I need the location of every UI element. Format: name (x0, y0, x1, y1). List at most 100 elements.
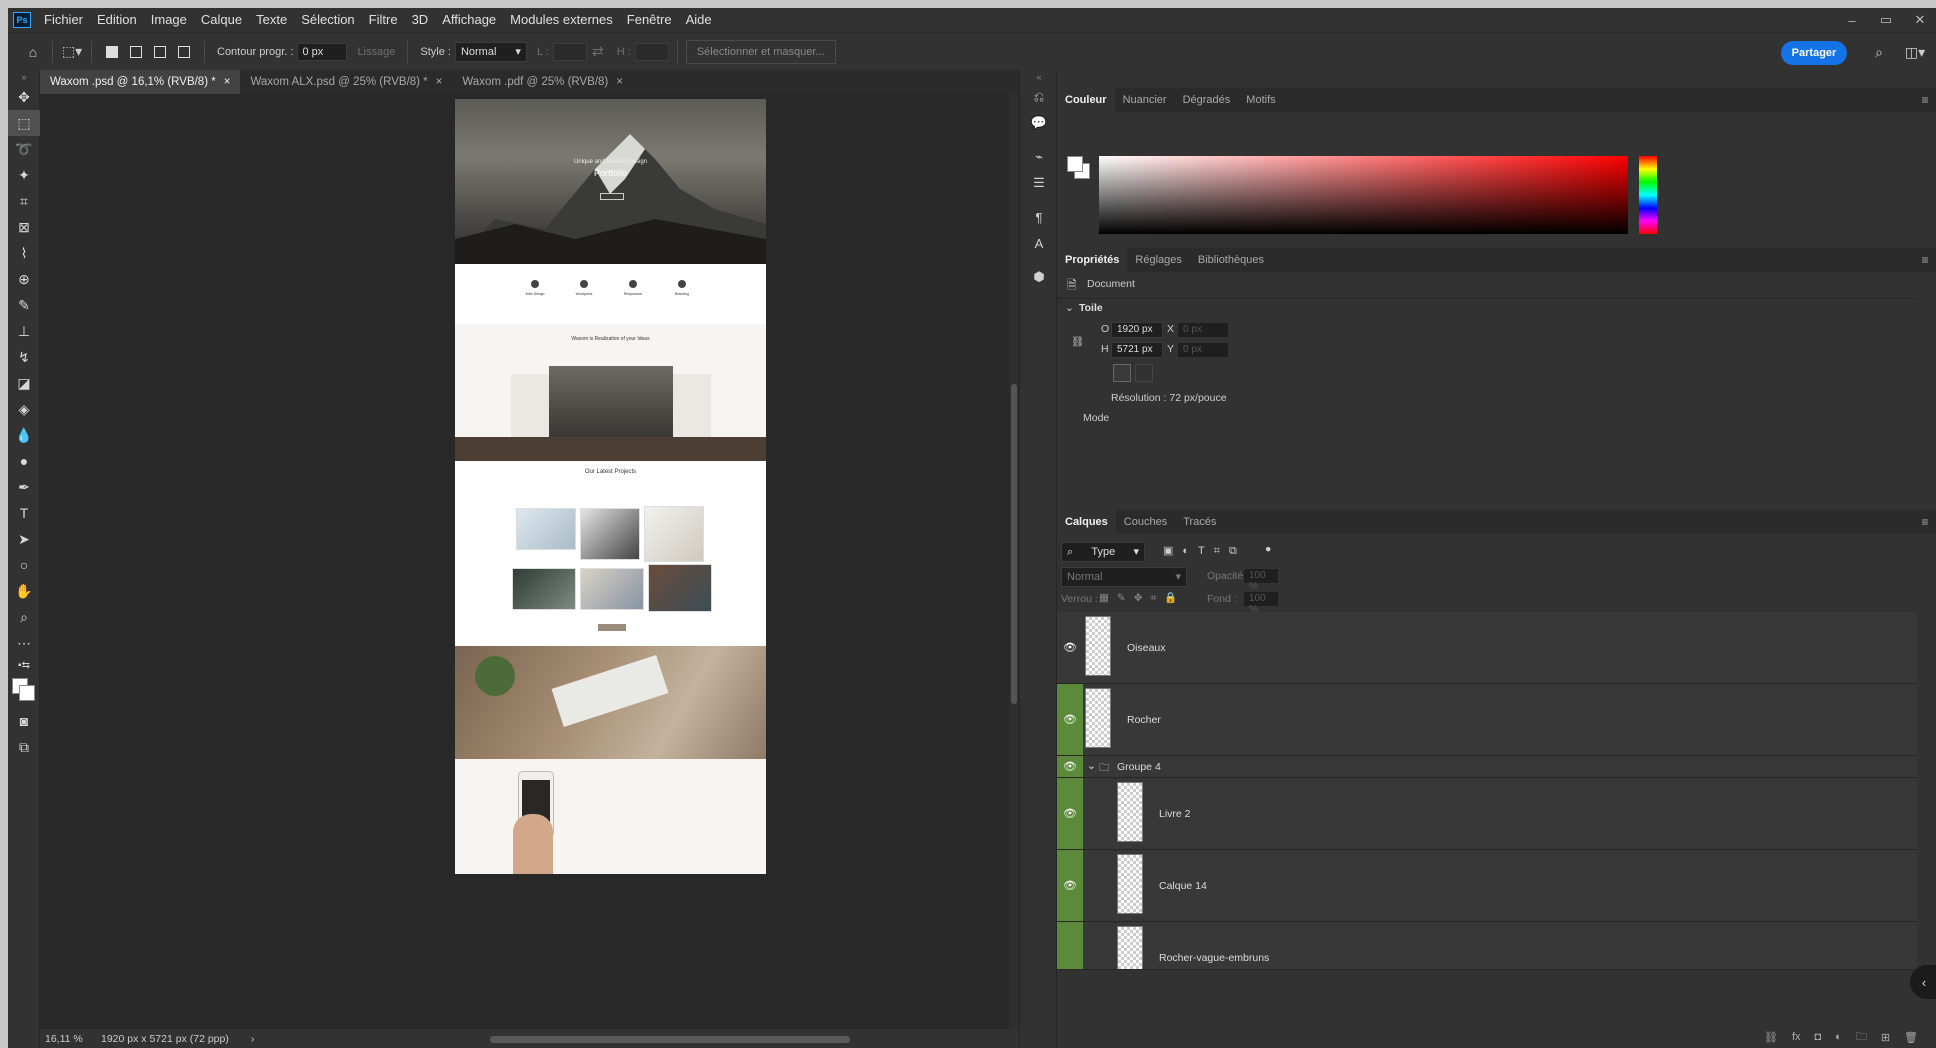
horizontal-scrollbar[interactable] (290, 1034, 1000, 1044)
subtract-selection-icon[interactable] (154, 45, 166, 58)
visibility-eye-icon[interactable]: 👁 (1057, 756, 1083, 777)
layer-row[interactable]: Rocher-vague-embruns (1057, 922, 1917, 970)
layer-filter-select[interactable]: ⌕ Type ▾ (1061, 542, 1145, 562)
add-selection-icon[interactable] (130, 45, 142, 58)
stamp-tool-icon[interactable]: ⊥ (8, 318, 40, 344)
swap-colors-icon[interactable]: ▪⇆ (8, 656, 40, 674)
y-input[interactable]: 0 px (1177, 342, 1229, 358)
zoom-level[interactable]: 16,11 % (45, 1033, 95, 1045)
menu-image[interactable]: Image (144, 8, 194, 32)
panel-menu-icon[interactable]: ≡ (1914, 510, 1936, 534)
antialias-checkbox[interactable]: Lissage (357, 46, 395, 58)
history-icon[interactable]: ⎌ (1020, 84, 1058, 110)
chevron-down-icon[interactable]: ⌄ (1087, 760, 1096, 772)
workspace-icon[interactable]: ◫▾ (1904, 41, 1926, 63)
3d-icon[interactable]: ⬢ (1020, 264, 1058, 290)
visibility-eye-icon[interactable]: 👁 (1057, 850, 1083, 921)
menu-affichage[interactable]: Affichage (435, 8, 503, 32)
visibility-eye-icon[interactable]: 👁 (1057, 778, 1083, 849)
menu-filtre[interactable]: Filtre (362, 8, 405, 32)
width-input[interactable]: 1920 px (1111, 322, 1163, 338)
link-icon[interactable]: ⛓ (1071, 335, 1084, 348)
height-input[interactable]: 5721 px (1111, 342, 1163, 358)
tab-waxom-alx-psd[interactable]: Waxom ALX.psd @ 25% (RVB/8) * × (240, 70, 452, 94)
close-icon[interactable]: × (224, 70, 231, 94)
tab-couleur[interactable]: Couleur (1057, 88, 1115, 112)
layer-name[interactable]: Groupe 4 (1117, 761, 1161, 773)
scroll-thumb[interactable] (1011, 384, 1017, 704)
marquee-preset-icon[interactable]: ⬚▾ (61, 41, 83, 63)
blend-mode-select[interactable]: Normal ▾ (1061, 567, 1187, 587)
scroll-thumb[interactable] (490, 1036, 850, 1043)
quick-mask-icon[interactable]: ◙ (8, 708, 40, 734)
menu-fenetre[interactable]: Fenêtre (620, 8, 679, 32)
menu-texte[interactable]: Texte (249, 8, 294, 32)
height-input[interactable] (634, 42, 669, 61)
swap-icon[interactable]: ⇄ (587, 41, 609, 63)
tab-couches[interactable]: Couches (1116, 510, 1175, 534)
chevron-left-icon[interactable]: ‹ (1910, 965, 1936, 999)
foreground-color-swatch[interactable] (1067, 156, 1083, 172)
new-layer-icon[interactable]: ⊞ (1881, 1031, 1890, 1044)
paragraph-icon[interactable]: ¶ (1020, 204, 1058, 230)
menu-aide[interactable]: Aide (679, 8, 719, 32)
visibility-eye-icon[interactable] (1057, 922, 1083, 969)
x-input[interactable]: 0 px (1177, 322, 1229, 338)
delete-layer-icon[interactable]: 🗑 (1904, 1031, 1918, 1044)
width-input[interactable] (552, 42, 587, 61)
adjustments-icon[interactable]: ☰ (1020, 170, 1058, 196)
tab-motifs[interactable]: Motifs (1238, 88, 1283, 112)
tab-bibliotheques[interactable]: Bibliothèques (1190, 248, 1272, 272)
menu-modules-externes[interactable]: Modules externes (503, 8, 620, 32)
layer-name[interactable]: Rocher (1127, 714, 1161, 726)
tab-waxom-pdf[interactable]: Waxom .pdf @ 25% (RVB/8) × (452, 70, 633, 94)
dodge-tool-icon[interactable]: ● (8, 448, 40, 474)
menu-fichier[interactable]: Fichier (37, 8, 90, 32)
history-brush-tool-icon[interactable]: ↯ (8, 344, 40, 370)
menu-edition[interactable]: Edition (90, 8, 144, 32)
tab-nuancier[interactable]: Nuancier (1115, 88, 1175, 112)
menu-selection[interactable]: Sélection (294, 8, 361, 32)
layer-group-row[interactable]: 👁 ⌄ 🗀 Groupe 4 (1057, 756, 1917, 778)
layer-row[interactable]: 👁 Livre 2 (1057, 778, 1917, 850)
layer-name[interactable]: Calque 14 (1159, 880, 1207, 892)
document-canvas[interactable]: Unique and Modern Design Portfolio Web D… (40, 94, 1009, 1029)
move-tool-icon[interactable]: ✥ (8, 84, 40, 110)
add-mask-icon[interactable]: ◘ (1815, 1031, 1822, 1043)
more-tools-icon[interactable]: ⋯ (8, 630, 40, 656)
brush-settings-icon[interactable]: ⌁ (1020, 144, 1058, 170)
comments-icon[interactable]: 💬 (1020, 110, 1058, 136)
collapse-panels-icon[interactable]: « (1020, 70, 1058, 84)
portrait-orientation-icon[interactable] (1113, 364, 1131, 382)
opacity-input[interactable]: 100 % (1243, 568, 1279, 592)
tab-traces[interactable]: Tracés (1175, 510, 1224, 534)
crop-tool-icon[interactable]: ⌗ (8, 188, 40, 214)
style-select[interactable]: Normal ▾ (454, 41, 527, 62)
fill-input[interactable]: 100 % (1243, 591, 1279, 615)
ellipse-tool-icon[interactable]: ○ (8, 552, 40, 578)
layer-style-icon[interactable]: fx (1792, 1031, 1801, 1043)
layer-filter-icons[interactable]: ▣◐T⌗⧉ (1163, 544, 1246, 558)
adjustment-layer-icon[interactable]: ◐ (1835, 1031, 1842, 1043)
magic-wand-tool-icon[interactable]: ✦ (8, 162, 40, 188)
eraser-tool-icon[interactable]: ◪ (8, 370, 40, 396)
visibility-eye-icon[interactable]: 👁 (1057, 612, 1083, 683)
layer-row[interactable]: 👁 Oiseaux (1057, 612, 1917, 684)
restore-button[interactable]: ▭ (1878, 12, 1894, 28)
layer-name[interactable]: Rocher-vague-embruns (1159, 952, 1269, 964)
visibility-eye-icon[interactable]: 👁 (1057, 684, 1083, 755)
layer-name[interactable]: Livre 2 (1159, 808, 1191, 820)
select-and-mask-button[interactable]: Sélectionner et masquer... (685, 39, 836, 64)
panel-menu-icon[interactable]: ≡ (1914, 248, 1936, 272)
menu-3d[interactable]: 3D (405, 8, 436, 32)
chevron-right-icon[interactable]: › (251, 1033, 255, 1045)
tab-calques[interactable]: Calques (1057, 510, 1116, 534)
layer-name[interactable]: Oiseaux (1127, 642, 1166, 654)
screen-mode-icon[interactable]: ⧉ (8, 734, 40, 760)
chevron-down-icon[interactable]: ⌄ (1065, 302, 1074, 314)
background-color-swatch[interactable] (19, 685, 35, 701)
healing-brush-tool-icon[interactable]: ⊕ (8, 266, 40, 292)
layer-row[interactable]: 👁 Rocher (1057, 684, 1917, 756)
share-button[interactable]: Partager (1781, 41, 1847, 65)
tab-degrades[interactable]: Dégradés (1175, 88, 1239, 112)
